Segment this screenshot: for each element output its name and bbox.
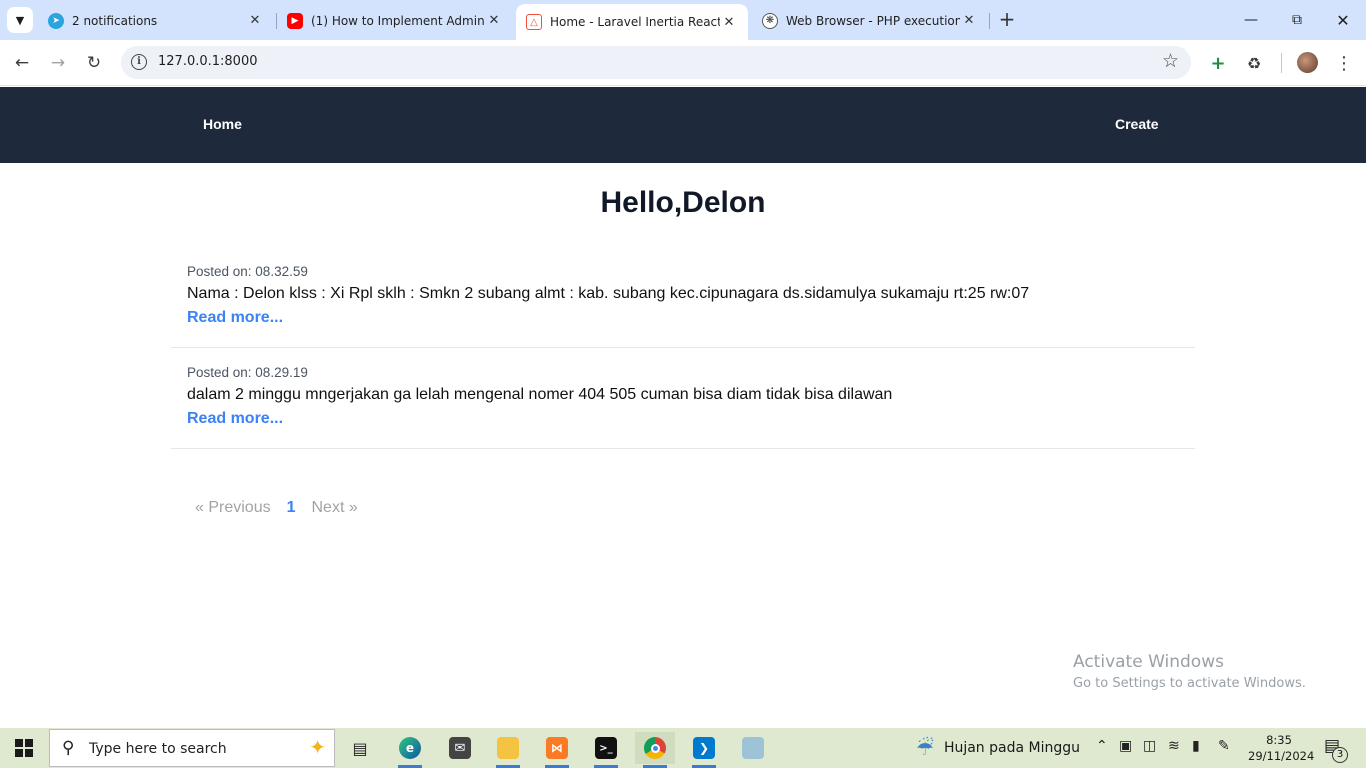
extensions-puzzle-icon[interactable]: ♻	[1241, 50, 1267, 76]
forward-button[interactable]: →	[45, 50, 71, 76]
post-date: Posted on: 08.29.19	[187, 365, 308, 380]
arrow-right-icon: →	[50, 53, 66, 73]
tab-laravel-active[interactable]: △ Home - Laravel Inertia React ✕	[516, 4, 748, 40]
tab-divider	[989, 13, 990, 29]
post-body: Nama : Delon klss : Xi Rpl sklh : Smkn 2…	[187, 285, 1030, 302]
app-icon	[742, 737, 764, 759]
tab-telegram[interactable]: ➤ 2 notifications ✕	[38, 5, 274, 36]
restore-button[interactable]: ⧉	[1274, 0, 1320, 40]
arrow-left-icon: ←	[14, 53, 30, 73]
chrome-icon	[644, 737, 666, 759]
taskbar-mail[interactable]: ✉	[440, 732, 480, 764]
tab-title: 2 notifications	[72, 13, 158, 28]
menu-kebab-icon[interactable]: ⋮	[1331, 50, 1357, 76]
pen-icon[interactable]: ✎	[1218, 738, 1230, 754]
taskbar-search[interactable]: ⚲ Type here to search ✦	[49, 729, 335, 767]
xampp-icon: ⋈	[546, 737, 568, 759]
clock-time: 8:35	[1266, 733, 1292, 747]
pagination-next[interactable]: Next »	[312, 499, 358, 517]
tab-search-button[interactable]: ▼	[7, 7, 33, 33]
post-date: Posted on: 08.32.59	[187, 264, 308, 279]
taskbar-file-explorer[interactable]	[488, 732, 528, 768]
read-more-link[interactable]: Read more...	[187, 309, 283, 327]
new-tab-button[interactable]: +	[995, 8, 1019, 32]
nav-home-link[interactable]: Home	[203, 116, 242, 132]
terminal-icon: >_	[595, 737, 617, 759]
activate-windows-watermark: Activate Windows Go to Settings to activ…	[1073, 652, 1306, 691]
nav-create-link[interactable]: Create	[1115, 116, 1159, 132]
clock-date: 29/11/2024	[1248, 749, 1315, 763]
windows-taskbar: ⚲ Type here to search ✦ ▤ e ✉ ⋈ >_ ❯ ☔ H…	[0, 728, 1366, 768]
extension-plus-icon[interactable]: +	[1205, 50, 1231, 76]
browser-tab-strip: ▼ ➤ 2 notifications ✕ ▶ (1) How to Imple…	[0, 0, 1366, 40]
close-tab-icon[interactable]: ✕	[960, 13, 978, 28]
vscode-icon: ❯	[693, 737, 715, 759]
system-clock[interactable]: 8:35 29/11/2024	[1248, 732, 1315, 764]
wifi-icon[interactable]: ≋	[1168, 738, 1180, 754]
reload-button[interactable]: ↻	[81, 50, 107, 76]
read-more-link[interactable]: Read more...	[187, 410, 283, 428]
tray-chevron-up-icon[interactable]: ⌃	[1096, 738, 1108, 754]
taskbar-app[interactable]	[733, 732, 773, 764]
back-button[interactable]: ←	[9, 50, 35, 76]
close-tab-icon[interactable]: ✕	[720, 15, 738, 30]
bookmark-star-icon[interactable]: ☆	[1162, 50, 1179, 72]
site-info-icon[interactable]: i	[131, 54, 147, 70]
taskbar-vscode[interactable]: ❯	[684, 732, 724, 768]
weather-text: Hujan pada Minggu	[943, 740, 1080, 756]
page-greeting: Hello,Delon	[600, 186, 766, 219]
mail-icon: ✉	[449, 737, 471, 759]
tab-title: (1) How to Implement AdminLTE	[311, 13, 485, 28]
folder-icon	[497, 737, 519, 759]
telegram-icon: ➤	[48, 12, 64, 29]
taskbar-search-placeholder: Type here to search	[89, 741, 227, 757]
task-view-icon: ▤	[352, 738, 368, 758]
notification-count-badge: 3	[1332, 747, 1348, 763]
tab-web-browser[interactable]: ❋ Web Browser - PHP execution t ✕	[752, 5, 988, 36]
pagination-page-current[interactable]: 1	[287, 499, 296, 517]
address-bar[interactable]: i 127.0.0.1:8000 ☆	[121, 46, 1191, 79]
post-body: dalam 2 minggu mngerjakan ga lelah menge…	[187, 386, 893, 403]
youtube-icon: ▶	[287, 12, 303, 29]
weather-widget[interactable]: ☔ Hujan pada Minggu	[916, 736, 1080, 760]
tab-title: Home - Laravel Inertia React	[550, 15, 720, 29]
minimize-button[interactable]: —	[1228, 0, 1274, 40]
app-navbar: Home Create	[0, 87, 1366, 163]
laravel-icon: △	[526, 14, 542, 30]
post-item: Posted on: 08.29.19 dalam 2 minggu mnger…	[171, 348, 1195, 449]
post-item: Posted on: 08.32.59 Nama : Delon klss : …	[171, 247, 1195, 348]
close-window-button[interactable]: ✕	[1320, 0, 1366, 40]
tab-title: Web Browser - PHP execution t	[786, 13, 960, 28]
browser-toolbar: ← → ↻ i 127.0.0.1:8000 ☆ + ♻ ⋮	[0, 40, 1366, 86]
display-icon[interactable]: ◫	[1143, 738, 1156, 754]
battery-icon[interactable]: ▮	[1192, 738, 1200, 754]
start-button[interactable]	[0, 728, 48, 768]
edge-icon: e	[399, 737, 421, 759]
reload-icon: ↻	[86, 53, 102, 73]
watermark-subtitle: Go to Settings to activate Windows.	[1073, 676, 1306, 691]
toolbar-divider	[1281, 53, 1282, 73]
taskbar-terminal[interactable]: >_	[586, 732, 626, 768]
taskbar-xampp[interactable]: ⋈	[537, 732, 577, 768]
close-tab-icon[interactable]: ✕	[485, 13, 503, 28]
taskbar-edge[interactable]: e	[390, 732, 430, 768]
taskbar-chrome[interactable]	[635, 732, 675, 768]
chevron-down-icon: ▼	[15, 13, 25, 27]
pagination: « Previous 1 Next »	[195, 499, 374, 517]
task-view-button[interactable]: ▤	[340, 732, 380, 764]
rain-umbrella-icon: ☔	[916, 736, 934, 760]
windows-logo-icon	[15, 739, 33, 757]
close-tab-icon[interactable]: ✕	[246, 13, 264, 28]
pagination-previous[interactable]: « Previous	[195, 499, 271, 517]
openai-icon: ❋	[762, 12, 778, 29]
tab-youtube[interactable]: ▶ (1) How to Implement AdminLTE ✕	[277, 5, 513, 36]
search-icon: ⚲	[62, 738, 75, 758]
sparkle-icon: ✦	[309, 735, 326, 759]
url-text[interactable]: 127.0.0.1:8000	[158, 54, 258, 69]
profile-avatar[interactable]	[1297, 52, 1318, 73]
meet-now-icon[interactable]: ▣	[1119, 738, 1132, 754]
watermark-title: Activate Windows	[1073, 652, 1224, 672]
